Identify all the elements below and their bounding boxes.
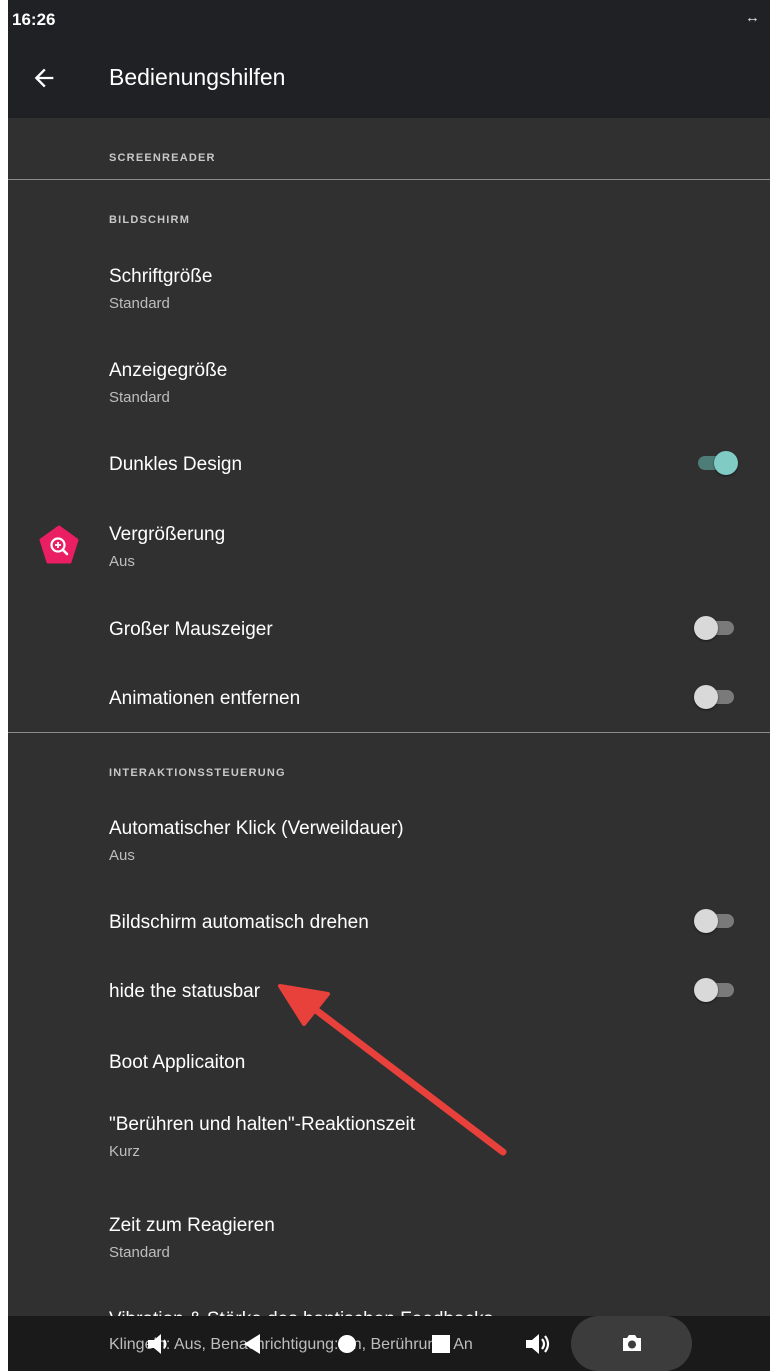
- section-header-screenreader: SCREENREADER: [109, 152, 216, 164]
- setting-title: Vergrößerung: [109, 524, 226, 545]
- home-nav-icon[interactable]: [337, 1334, 357, 1354]
- camera-icon: [623, 1335, 641, 1351]
- setting-summary: Aus: [109, 553, 135, 570]
- toggle-thumb: [694, 909, 718, 933]
- toggle-thumb: [714, 451, 738, 475]
- hide-statusbar-toggle[interactable]: [694, 975, 738, 1005]
- setting-summary: Aus: [109, 847, 135, 864]
- setting-title: Animationen entfernen: [109, 688, 301, 709]
- auto-rotate-toggle[interactable]: [694, 906, 738, 936]
- recents-nav-icon[interactable]: [431, 1334, 451, 1354]
- screenshot-button[interactable]: [571, 1316, 692, 1371]
- sync-arrows-icon: ↔: [745, 9, 760, 26]
- page-title: Bedienungshilfen: [109, 64, 286, 90]
- setting-title: Boot Applicaiton: [109, 1052, 246, 1073]
- dark-theme-toggle[interactable]: [694, 448, 738, 478]
- section-header-interaktionssteuerung: INTERAKTIONSSTEUERUNG: [109, 767, 286, 779]
- toggle-thumb: [694, 978, 718, 1002]
- divider: [8, 732, 770, 733]
- setting-title: Dunkles Design: [109, 454, 243, 475]
- setting-summary: Standard: [109, 389, 170, 406]
- large-pointer-toggle[interactable]: [694, 613, 738, 643]
- section-header-bildschirm: BILDSCHIRM: [109, 214, 191, 226]
- setting-title: "Berühren und halten"-Reaktionszeit: [109, 1114, 416, 1135]
- remove-animations-toggle[interactable]: [694, 682, 738, 712]
- magnification-icon: [39, 525, 79, 564]
- toggle-thumb: [694, 685, 718, 709]
- volume-up-icon[interactable]: [524, 1333, 550, 1355]
- setting-title: Anzeigegröße: [109, 360, 228, 381]
- app-bar: Bedienungshilfen: [8, 40, 770, 118]
- setting-summary: Standard: [109, 1244, 170, 1261]
- status-time: 16:26: [12, 10, 56, 29]
- setting-title: Bildschirm automatisch drehen: [109, 912, 369, 933]
- setting-title: hide the statusbar: [109, 981, 261, 1002]
- setting-summary: Kurz: [109, 1143, 140, 1160]
- setting-title: Großer Mauszeiger: [109, 619, 273, 640]
- volume-down-icon[interactable]: [146, 1333, 172, 1355]
- annotation-arrow: [278, 984, 507, 1156]
- setting-title: Schriftgröße: [109, 266, 213, 287]
- setting-title: Zeit zum Reagieren: [109, 1215, 275, 1236]
- back-nav-icon[interactable]: [242, 1333, 262, 1355]
- divider: [8, 179, 770, 180]
- settings-screen: 16:26 ↔ Bedienungshilfen SCREENREADER BI…: [8, 0, 770, 1371]
- back-arrow-icon[interactable]: [30, 64, 58, 92]
- toggle-thumb: [694, 616, 718, 640]
- status-bar: 16:26 ↔: [8, 0, 770, 40]
- setting-title: Automatischer Klick (Verweildauer): [109, 818, 404, 839]
- setting-summary: Standard: [109, 295, 170, 312]
